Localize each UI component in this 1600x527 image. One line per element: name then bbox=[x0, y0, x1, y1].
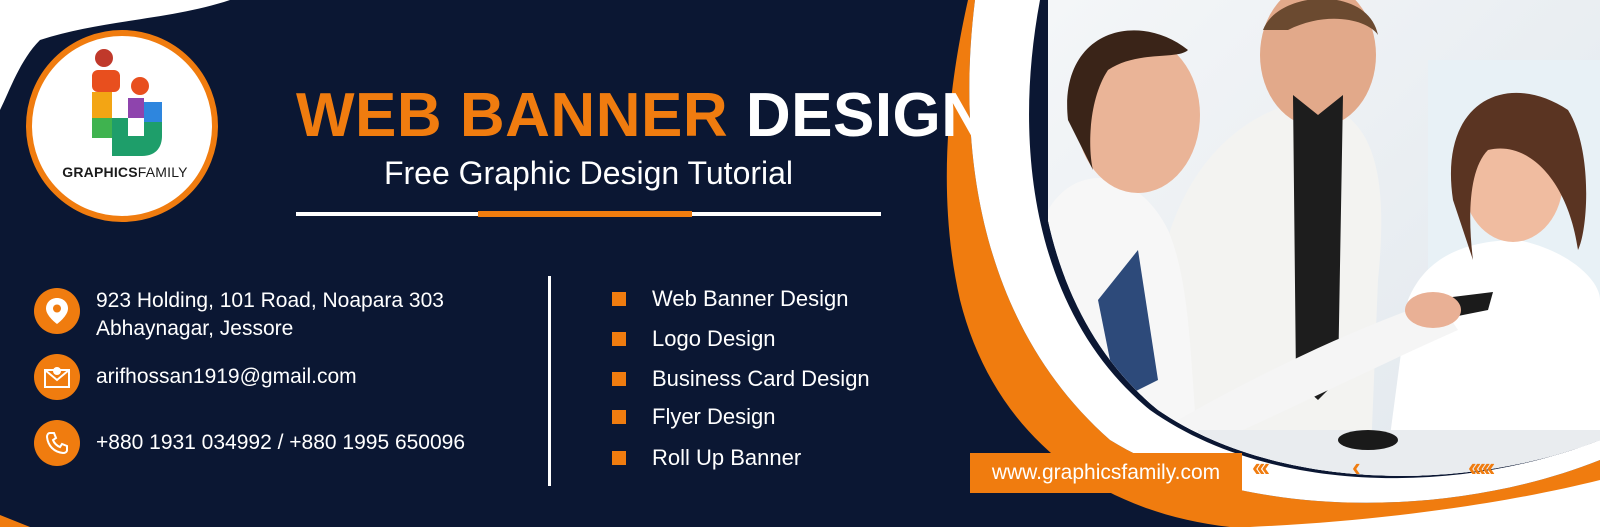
website-url[interactable]: www.graphicsfamily.com bbox=[992, 461, 1220, 485]
office-team-photo bbox=[1048, 0, 1600, 476]
title-white-part: DESIGN bbox=[745, 81, 987, 150]
vertical-divider bbox=[548, 276, 551, 486]
service-item: Web Banner Design bbox=[652, 286, 849, 311]
brand-name-regular: FAMILY bbox=[137, 164, 188, 180]
logo-mark-icon bbox=[92, 49, 162, 156]
chevron-left-icon: ‹ bbox=[1352, 452, 1360, 482]
phone-numbers[interactable]: +880 1931 034992 / +880 1995 650096 bbox=[96, 430, 465, 456]
banner-title: WEB BANNER DESIGN bbox=[296, 80, 986, 151]
service-item: Business Card Design bbox=[652, 366, 870, 391]
chevrons-left-icon: ‹‹‹ bbox=[1252, 452, 1270, 482]
email-address[interactable]: arifhossan1919@gmail.com bbox=[96, 364, 357, 390]
location-pin-icon bbox=[34, 288, 80, 334]
brand-name-bold: GRAPHICS bbox=[62, 164, 138, 180]
email-icon bbox=[34, 354, 80, 400]
banner-subtitle: Free Graphic Design Tutorial bbox=[383, 155, 794, 191]
brand-name: GRAPHICSFAMILY bbox=[30, 164, 220, 180]
bullet-square-icon bbox=[612, 332, 626, 346]
bullet-square-icon bbox=[612, 292, 626, 306]
title-orange-part: WEB BANNER bbox=[296, 81, 729, 150]
service-item: Logo Design bbox=[652, 326, 776, 351]
bullet-square-icon bbox=[612, 372, 626, 386]
website-url-box[interactable]: www.graphicsfamily.com bbox=[970, 453, 1242, 493]
service-item: Flyer Design bbox=[652, 404, 776, 429]
address-line-2: Abhaynagar, Jessore bbox=[96, 317, 294, 340]
address-line-1: 923 Holding, 101 Road, Noapara 303 bbox=[96, 289, 444, 312]
phone-icon bbox=[34, 420, 80, 466]
web-banner: GRAPHICSFAMILY WEB BANNER DESIGN Free Gr… bbox=[0, 0, 1600, 527]
bullet-square-icon bbox=[612, 410, 626, 424]
title-underline-accent bbox=[478, 211, 692, 217]
service-item: Roll Up Banner bbox=[652, 445, 802, 470]
chevrons-left-icon: ‹‹‹‹‹ bbox=[1468, 452, 1495, 482]
bullet-square-icon bbox=[612, 451, 626, 465]
